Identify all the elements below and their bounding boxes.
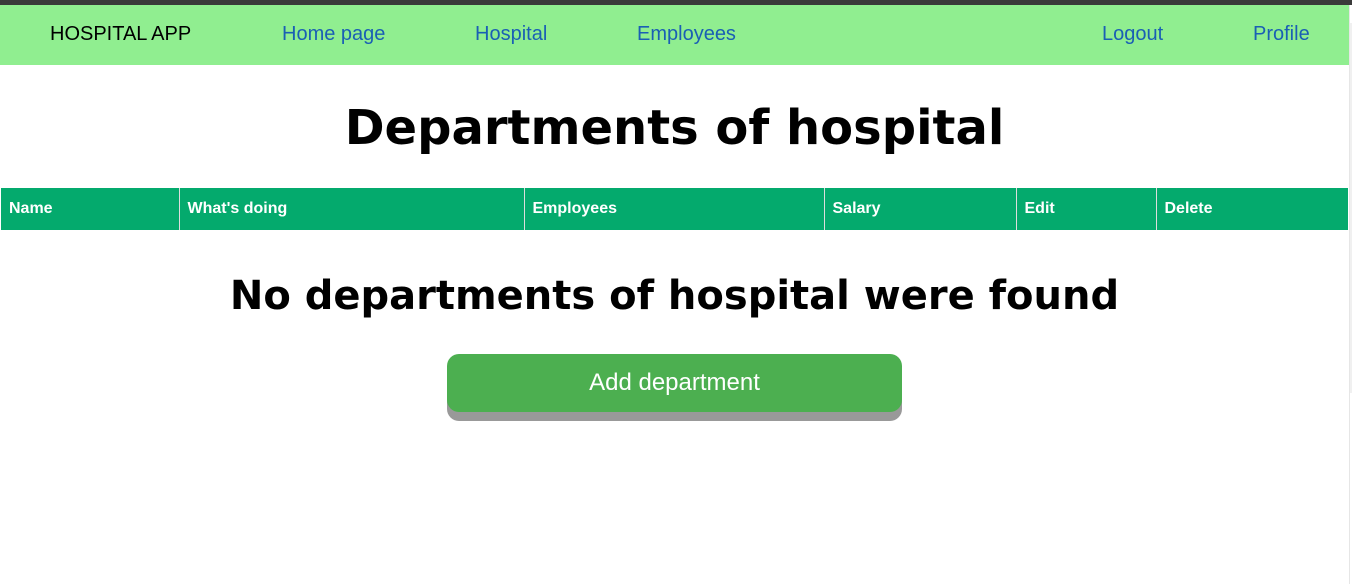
- app-brand: HOSPITAL APP: [50, 23, 192, 45]
- empty-state-message: No departments of hospital were found: [229, 273, 1120, 319]
- navbar: HOSPITAL APP Home page Hospital Employee…: [0, 5, 1349, 65]
- column-header-name: Name: [1, 188, 179, 230]
- nav-link-home[interactable]: Home page: [282, 22, 385, 46]
- column-header-employees: Employees: [523, 188, 824, 230]
- table-header-row: Name What's doing Employees Salary Edit …: [1, 188, 1348, 230]
- column-header-edit: Edit: [1015, 188, 1156, 230]
- page-title: Departments of hospital: [344, 100, 1005, 156]
- nav-link-profile[interactable]: Profile: [1253, 22, 1310, 46]
- nav-link-hospital[interactable]: Hospital: [475, 22, 547, 46]
- column-header-whats-doing: What's doing: [178, 188, 524, 230]
- nav-link-employees[interactable]: Employees: [637, 22, 736, 46]
- nav-link-logout[interactable]: Logout: [1102, 22, 1163, 46]
- column-header-delete: Delete: [1155, 188, 1348, 230]
- add-department-button[interactable]: Add department: [447, 354, 902, 412]
- column-header-salary: Salary: [823, 188, 1016, 230]
- departments-table: Name What's doing Employees Salary Edit …: [1, 188, 1348, 230]
